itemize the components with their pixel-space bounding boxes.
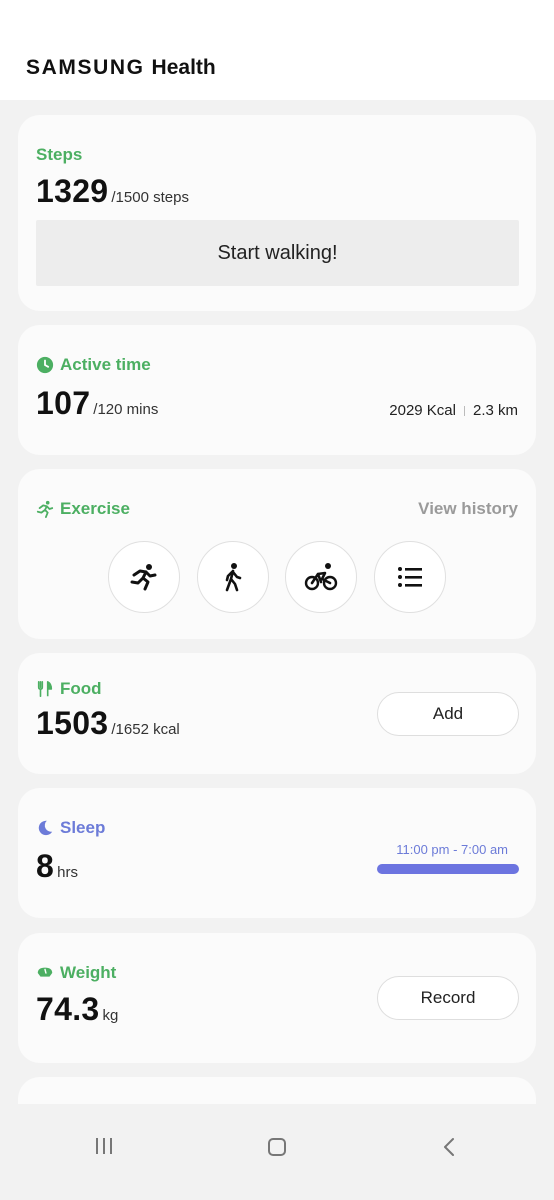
food-value: 1503 [36, 705, 109, 741]
exercise-header: Exercise [36, 499, 130, 519]
sleep-bar [377, 864, 519, 874]
brand-samsung: SAMSUNG [26, 56, 145, 79]
active-stats: 2029 Kcal 2.3 km [389, 402, 518, 419]
steps-card[interactable]: Steps 1329 /1500 steps Start walking! [18, 115, 536, 311]
active-time-value: 107 [36, 385, 91, 421]
active-time-title: Active time [60, 355, 151, 374]
weight-unit: kg [102, 1007, 119, 1024]
moon-icon [38, 820, 53, 836]
walking-icon [225, 563, 242, 592]
record-weight-button[interactable]: Record [377, 976, 519, 1020]
start-walking-button[interactable]: Start walking! [36, 220, 519, 286]
app-header: SAMSUNG Health [0, 0, 554, 100]
active-kcal: 2029 Kcal [389, 402, 456, 419]
steps-goal: /1500 steps [111, 189, 189, 206]
active-time-value-row: 107 /120 mins [36, 385, 158, 422]
weight-header: Weight [36, 963, 116, 983]
running-icon [36, 500, 54, 518]
clock-icon [36, 356, 54, 374]
list-icon [398, 567, 422, 587]
steps-value-row: 1329 /1500 steps [36, 173, 189, 210]
exercise-cycling-button[interactable] [285, 541, 357, 613]
cycling-icon [304, 563, 338, 591]
food-title: Food [60, 679, 102, 698]
app-logo: SAMSUNG Health [26, 56, 216, 84]
view-history-link[interactable]: View history [418, 499, 518, 519]
active-distance: 2.3 km [472, 402, 518, 419]
sleep-value-row: 8 hrs [36, 848, 78, 885]
food-card[interactable]: Food 1503 /1652 kcal Add [18, 653, 536, 774]
exercise-walking-button[interactable] [197, 541, 269, 613]
weight-title: Weight [60, 963, 117, 982]
fork-knife-icon [37, 680, 53, 698]
scale-icon [37, 967, 53, 977]
home-icon[interactable] [267, 1137, 287, 1157]
back-icon[interactable] [442, 1137, 456, 1157]
stats-divider [463, 405, 465, 416]
exercise-running-button[interactable] [108, 541, 180, 613]
exercise-list-button[interactable] [374, 541, 446, 613]
exercise-card[interactable]: Exercise View history [18, 469, 536, 639]
active-time-card[interactable]: Active time 107 /120 mins 2029 Kcal 2.3 … [18, 325, 536, 455]
sleep-value: 8 [36, 848, 55, 884]
steps-title: Steps [36, 145, 83, 164]
sleep-card[interactable]: Sleep 8 hrs 11:00 pm - 7:00 am [18, 788, 536, 918]
exercise-title: Exercise [60, 499, 130, 518]
running-icon [130, 564, 157, 591]
recent-apps-icon[interactable] [94, 1137, 114, 1155]
food-header: Food [36, 679, 102, 699]
food-goal: /1652 kcal [111, 721, 180, 738]
sleep-title: Sleep [60, 818, 106, 837]
active-time-header: Active time [36, 355, 151, 375]
food-value-row: 1503 /1652 kcal [36, 705, 180, 742]
add-food-button[interactable]: Add [377, 692, 519, 736]
weight-card[interactable]: Weight 74.3 kg Record [18, 933, 536, 1063]
weight-value-row: 74.3 kg [36, 991, 118, 1028]
sleep-range: 11:00 pm - 7:00 am [396, 842, 508, 857]
system-navigation-bar [0, 1104, 554, 1200]
sleep-header: Sleep [36, 818, 105, 838]
brand-health: Health [151, 56, 216, 79]
sleep-unit: hrs [57, 864, 78, 881]
active-time-goal: /120 mins [93, 401, 159, 418]
weight-value: 74.3 [36, 991, 100, 1027]
steps-value: 1329 [36, 173, 109, 209]
